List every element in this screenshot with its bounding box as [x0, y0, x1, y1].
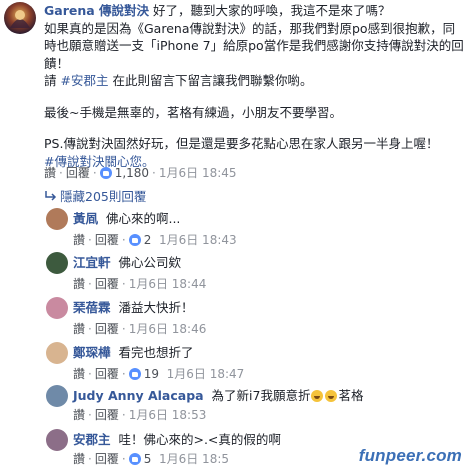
mention-link[interactable]: #安郡主: [60, 73, 108, 88]
reply-author-link[interactable]: 安郡主: [73, 432, 111, 447]
reply-author-link[interactable]: 江宜軒: [73, 255, 111, 270]
like-count[interactable]: 1,180: [115, 166, 149, 180]
reply-button[interactable]: 回覆: [95, 452, 119, 466]
reply-avatar[interactable]: [46, 297, 68, 319]
like-count[interactable]: 5: [144, 452, 152, 466]
reply-text: 潘益大快折！: [118, 300, 194, 315]
like-count-icon: [128, 234, 141, 246]
timestamp[interactable]: 1月6日 18:45: [159, 166, 237, 180]
reply-author-link[interactable]: 琹蓓霖: [73, 300, 111, 315]
like-button[interactable]: 讚: [73, 452, 85, 466]
reply-text: 哇！佛心來的>.<真的假的啊: [118, 432, 281, 447]
author-avatar[interactable]: [4, 2, 36, 34]
main-comment: Garena 傳說對決 好了，聽到大家的呼喚，我這不是來了嗎？ 如果真的是因為《…: [0, 0, 472, 180]
timestamp[interactable]: 1月6日 18:47: [167, 367, 245, 381]
mention-prefix: 請: [44, 73, 61, 88]
like-count-icon: [99, 167, 112, 179]
reply-author-link[interactable]: Judy Anny Alacapa: [73, 388, 204, 403]
main-comment-body: Garena 傳說對決 好了，聽到大家的呼喚，我這不是來了嗎？ 如果真的是因為《…: [44, 2, 466, 170]
laughing-emoji-icon: [325, 390, 338, 402]
timestamp[interactable]: 1月6日 18:44: [129, 277, 207, 291]
reply-avatar[interactable]: [46, 385, 68, 407]
reply-arrow-icon: [45, 191, 57, 201]
hidden-replies-label: 隱藏205則回覆: [60, 189, 147, 204]
like-count-icon: [128, 453, 141, 465]
comment-author-link[interactable]: Garena 傳說對決: [44, 3, 149, 18]
reply-text-suffix: 茗格: [338, 388, 364, 403]
hidden-replies-link[interactable]: 隱藏205則回覆: [44, 186, 146, 205]
like-count[interactable]: 2: [144, 233, 152, 247]
timestamp[interactable]: 1月6日 18:46: [129, 322, 207, 336]
like-button[interactable]: 讚: [44, 166, 56, 180]
reply-actions: 讚 · 回覆 · 1月6日 18:44: [73, 277, 207, 291]
comment-paragraph-2: 最後~手機是無辜的，茗格有練過，小朋友不要學習。: [44, 104, 342, 120]
reply-avatar[interactable]: [46, 342, 68, 364]
reply-button[interactable]: 回覆: [95, 408, 119, 422]
reply-text: 為了新i7我願意折: [211, 388, 311, 403]
like-count-icon: [128, 368, 141, 380]
reply-text: 看完也想折了: [118, 345, 194, 360]
reply-avatar[interactable]: [46, 252, 68, 274]
like-button[interactable]: 讚: [73, 233, 85, 247]
reply-actions: 讚 · 回覆 · 1月6日 18:46: [73, 322, 207, 336]
like-button[interactable]: 讚: [73, 408, 85, 422]
comment-actions: 讚 · 回覆 · 1,180 · 1月6日 18:45: [44, 166, 237, 180]
reply-actions: 讚 · 回覆 · 1月6日 18:53: [73, 408, 207, 422]
reply-text: 佛心來的啊...: [105, 211, 181, 226]
timestamp[interactable]: 1月6日 18:53: [129, 408, 207, 422]
like-button[interactable]: 讚: [73, 277, 85, 291]
like-button[interactable]: 讚: [73, 367, 85, 381]
timestamp[interactable]: 1月6日 18:5: [159, 452, 229, 466]
reply-actions: 讚 · 回覆 · 2 1月6日 18:43: [73, 233, 237, 247]
comment-paragraph-1: 如果真的是因為《Garena傳說對決》的話，那我們對原po感到很抱歉，同時也願意…: [44, 20, 464, 71]
like-count[interactable]: 19: [144, 367, 159, 381]
like-button[interactable]: 讚: [73, 322, 85, 336]
reply-author-link[interactable]: 黃凮: [73, 211, 98, 226]
timestamp[interactable]: 1月6日 18:43: [159, 233, 237, 247]
reply-button[interactable]: 回覆: [95, 367, 119, 381]
reply-avatar[interactable]: [46, 429, 68, 451]
comment-paragraph-3: PS.傳說對決固然好玩，但是還是要多花點心思在家人跟另一半身上喔！: [44, 136, 439, 151]
reply-author-link[interactable]: 鄭琛樺: [73, 345, 111, 360]
reply-actions: 讚 · 回覆 · 19 1月6日 18:47: [73, 367, 245, 381]
comment-text-line1: 好了，聽到大家的呼喚，我這不是來了嗎？: [149, 3, 391, 18]
reply-avatar[interactable]: [46, 208, 68, 230]
reply-actions: 讚 · 回覆 · 5 1月6日 18:5: [73, 452, 230, 466]
reply-button[interactable]: 回覆: [66, 166, 90, 180]
reply-text: 佛心公司欸: [118, 255, 181, 270]
reply-button[interactable]: 回覆: [95, 233, 119, 247]
reply-button[interactable]: 回覆: [95, 322, 119, 336]
site-watermark: funpeer.com: [358, 446, 462, 465]
laughing-emoji-icon: [311, 390, 324, 402]
reply-button[interactable]: 回覆: [95, 277, 119, 291]
mention-suffix: 在此則留言下留言讓我們聯繫你喲。: [108, 73, 313, 88]
